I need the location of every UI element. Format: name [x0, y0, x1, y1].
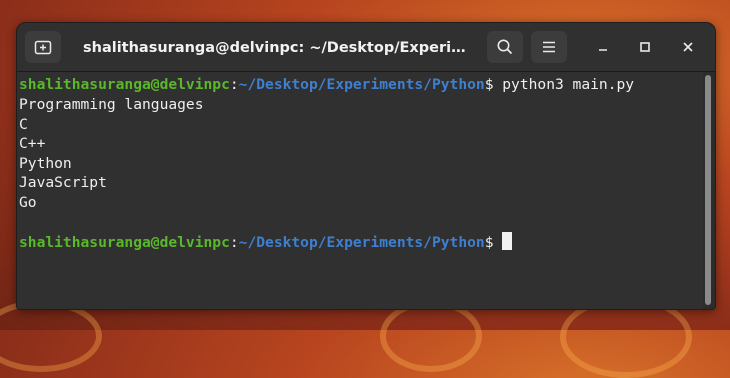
close-button[interactable]: [676, 35, 700, 59]
wallpaper-swirl: [0, 300, 102, 372]
prompt-user-host: shalithasuranga@delvinpc: [19, 76, 230, 93]
menu-button[interactable]: [531, 31, 567, 63]
minimize-button[interactable]: [591, 35, 615, 59]
minimize-icon: [599, 49, 607, 51]
hamburger-menu-icon: [543, 41, 555, 53]
close-icon: [683, 42, 693, 52]
search-button[interactable]: [487, 31, 523, 63]
command-input[interactable]: [493, 234, 502, 251]
terminal-window: shalithasuranga@delvinpc: ~/Desktop/Expe…: [16, 22, 716, 310]
title-bar: shalithasuranga@delvinpc: ~/Desktop/Expe…: [17, 23, 715, 72]
output-line: Programming languages: [19, 96, 204, 113]
new-tab-icon: [34, 40, 52, 55]
wallpaper-swirl: [380, 300, 482, 372]
new-tab-button[interactable]: [25, 31, 61, 63]
prompt-line: shalithasuranga@delvinpc:~/Desktop/Exper…: [19, 75, 634, 95]
window-title: shalithasuranga@delvinpc: ~/Desktop/Expe…: [83, 40, 479, 56]
output-line: C: [19, 116, 28, 133]
output-line: Go: [19, 194, 37, 211]
output-line: Python: [19, 155, 72, 172]
maximize-icon: [640, 42, 650, 52]
prompt-path: ~/Desktop/Experiments/Python: [238, 76, 485, 93]
prompt-user-host: shalithasuranga@delvinpc: [19, 234, 230, 251]
command-text: python3 main.py: [493, 76, 635, 93]
output-line: C++: [19, 135, 46, 152]
prompt-line: shalithasuranga@delvinpc:~/Desktop/Exper…: [19, 232, 513, 252]
prompt-colon: :: [229, 234, 239, 251]
maximize-button[interactable]: [633, 35, 657, 59]
text-cursor: [502, 232, 513, 250]
prompt-colon: :: [229, 76, 239, 93]
search-icon: [497, 39, 513, 55]
terminal-output-area[interactable]: shalithasuranga@delvinpc:~/Desktop/Exper…: [17, 72, 703, 309]
scrollbar[interactable]: [705, 75, 711, 305]
prompt-path: ~/Desktop/Experiments/Python: [238, 234, 485, 251]
output-line: JavaScript: [19, 174, 107, 191]
